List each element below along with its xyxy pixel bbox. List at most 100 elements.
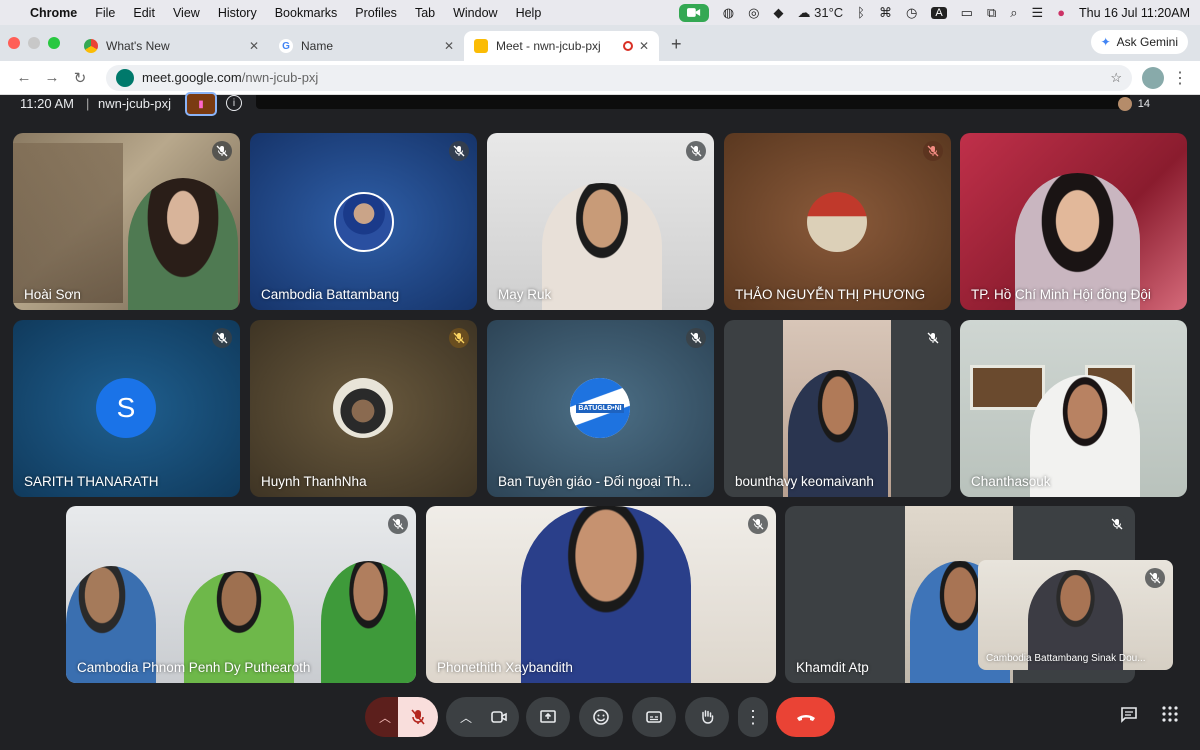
tab-meet[interactable]: Meet - nwn-jcub-pxj ✕ (464, 31, 659, 61)
address-bar[interactable]: meet.google.com/nwn-jcub-pxj ☆ (106, 64, 1132, 91)
participant-tile[interactable]: BATUGLĐ•NI Ban Tuyên giáo - Đối ngoại Th… (487, 320, 714, 497)
shared-banner (256, 95, 1130, 109)
zoom-window-icon[interactable] (48, 37, 60, 49)
self-view-tile[interactable]: Cambodia Battambang Sinak Dou... (978, 560, 1173, 670)
participant-tile[interactable]: THẢO NGUYỄN THỊ PHƯƠNG (724, 133, 951, 310)
macos-menubar: Chrome File Edit View History Bookmarks … (0, 0, 1200, 25)
participant-name: Phonethith Xaybandith (437, 660, 573, 675)
url-path: /nwn-jcub-pxj (241, 70, 319, 85)
battery-icon[interactable]: ▭ (961, 5, 973, 21)
recording-icon (622, 41, 633, 51)
tab-whats-new[interactable]: What's New ✕ (74, 31, 269, 61)
back-icon[interactable]: ← (10, 69, 38, 86)
clock-icon[interactable]: ◷ (906, 5, 917, 21)
close-tab-icon[interactable]: ✕ (639, 39, 649, 53)
bookmark-star-icon[interactable]: ☆ (1110, 70, 1122, 86)
menu-file[interactable]: File (95, 6, 115, 20)
meeting-info-icon[interactable]: i (226, 95, 242, 111)
search-icon[interactable]: ⌕ (1010, 5, 1017, 21)
bluetooth-icon[interactable]: ᛒ (857, 5, 865, 20)
more-vert-icon: ⋮ (744, 706, 762, 727)
participant-tile[interactable]: Cambodia Phnom Penh Dy Puthearoth (66, 506, 416, 683)
participant-tile[interactable]: bounthavy keomaivanh (724, 320, 951, 497)
ask-gemini-label: Ask Gemini (1116, 35, 1178, 49)
participant-tile[interactable]: S SARITH THANARATH (13, 320, 240, 497)
participant-tile[interactable]: Cambodia Battambang (250, 133, 477, 310)
screen-mirror-icon[interactable]: ⧉ (987, 5, 996, 21)
mic-muted-icon (212, 141, 232, 161)
participant-avatar: BATUGLĐ•NI (570, 378, 630, 438)
captions-button[interactable] (632, 697, 676, 737)
participant-video (321, 561, 416, 683)
weather-icon[interactable]: ☁ 31°C (797, 5, 843, 21)
menu-window[interactable]: Window (453, 6, 497, 20)
mic-muted-icon (923, 141, 943, 161)
participant-tile[interactable]: TP. Hồ Chí Minh Hội đồng Đội (960, 133, 1187, 310)
profile-avatar[interactable] (1142, 66, 1164, 89)
participants-indicator[interactable]: 14 (1117, 97, 1150, 111)
participant-tile[interactable]: May Ruk (487, 133, 714, 310)
siri-icon[interactable]: ● (1057, 5, 1065, 20)
participant-name: Cambodia Battambang (261, 287, 400, 302)
mic-muted-icon (686, 328, 706, 348)
leave-call-button[interactable] (776, 697, 835, 737)
meeting-code[interactable]: nwn-jcub-pxj (98, 96, 171, 111)
camera-toggle-button[interactable] (479, 697, 519, 737)
participant-tile[interactable]: Phonethith Xaybandith (426, 506, 776, 683)
site-info-icon[interactable] (116, 68, 134, 87)
network-icon[interactable]: ⌘ (879, 5, 892, 21)
activity-app-icon[interactable]: ▮ (185, 92, 217, 116)
notification-icon[interactable]: ◍ (723, 5, 734, 21)
participant-name: Chanthasouk (971, 474, 1051, 489)
meet-status-icon[interactable] (678, 3, 709, 22)
tab-label: What's New (106, 39, 170, 53)
app-name[interactable]: Chrome (30, 6, 77, 20)
menu-view[interactable]: View (173, 6, 200, 20)
new-tab-button[interactable]: + (671, 34, 682, 55)
chrome-menu-icon[interactable]: ⋮ (1170, 68, 1190, 88)
chat-icon[interactable] (1120, 705, 1138, 728)
close-window-icon[interactable] (8, 37, 20, 49)
raise-hand-button[interactable] (685, 697, 729, 737)
forward-icon[interactable]: → (38, 69, 66, 86)
google-icon: G (279, 39, 293, 53)
menu-edit[interactable]: Edit (133, 6, 155, 20)
participant-name: May Ruk (498, 287, 552, 302)
menu-tab[interactable]: Tab (415, 6, 435, 20)
diamond-icon[interactable]: ◆ (773, 5, 783, 21)
menubar-datetime[interactable]: Thu 16 Jul 11:20AM (1079, 6, 1190, 20)
participant-name: Khamdit Atp (796, 660, 869, 675)
reactions-button[interactable] (579, 697, 623, 737)
participant-video (542, 183, 662, 310)
participant-tile[interactable]: Hoài Sơn (13, 133, 240, 310)
close-tab-icon[interactable]: ✕ (444, 39, 454, 53)
mic-muted-icon (449, 328, 469, 348)
menu-profiles[interactable]: Profiles (355, 6, 397, 20)
call-controls: ︿ ︿ ⋮ (0, 693, 1200, 741)
participant-name: TP. Hồ Chí Minh Hội đồng Đội (971, 287, 1151, 302)
participant-tile[interactable]: Huynh ThanhNha (250, 320, 477, 497)
ask-gemini-button[interactable]: ✦ Ask Gemini (1090, 30, 1188, 54)
menu-help[interactable]: Help (516, 6, 542, 20)
present-screen-button[interactable] (526, 697, 570, 737)
menu-bookmarks[interactable]: Bookmarks (275, 6, 338, 20)
tab-name[interactable]: G Name ✕ (269, 31, 464, 61)
window (970, 365, 1045, 410)
cast-icon[interactable]: ◎ (748, 5, 759, 21)
more-options-button[interactable]: ⋮ (738, 697, 768, 737)
menu-history[interactable]: History (218, 6, 257, 20)
activities-icon[interactable] (1161, 705, 1179, 728)
mic-muted-icon (686, 141, 706, 161)
control-center-icon[interactable]: ☰ (1032, 5, 1044, 21)
participant-tile[interactable]: Chanthasouk (960, 320, 1187, 497)
input-source-icon[interactable]: A (931, 6, 947, 19)
mic-muted-icon (923, 328, 943, 348)
minimize-window-icon[interactable] (28, 37, 40, 49)
close-tab-icon[interactable]: ✕ (249, 39, 259, 53)
reload-icon[interactable]: ↻ (66, 69, 94, 87)
participant-name: Hoài Sơn (24, 287, 81, 302)
participant-avatar (333, 378, 393, 438)
mic-toggle-button[interactable] (398, 697, 438, 737)
participant-video (521, 506, 691, 683)
mic-muted-icon (1145, 568, 1165, 588)
